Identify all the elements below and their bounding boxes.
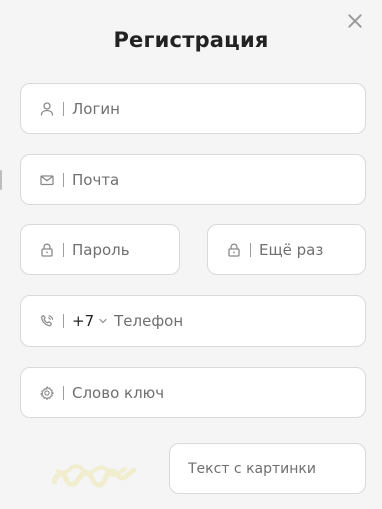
password-repeat-field[interactable]: Ещё раз [207, 224, 366, 275]
keyword-placeholder: Слово ключ [72, 383, 165, 402]
registration-modal: Регистрация Логин Почта Пароль Ещё раз +… [0, 0, 382, 509]
input-divider [63, 385, 64, 400]
keyword-field[interactable]: Слово ключ [20, 367, 366, 418]
input-divider [63, 314, 64, 328]
phone-icon [39, 313, 55, 329]
phone-country-code[interactable]: +7 [72, 312, 94, 330]
gear-icon [39, 385, 55, 401]
phone-field[interactable]: +7 Телефон [20, 295, 366, 347]
captcha-placeholder: Текст с картинки [188, 460, 316, 477]
email-placeholder: Почта [72, 170, 120, 189]
input-divider [63, 172, 64, 187]
phone-placeholder: Телефон [114, 312, 184, 330]
captcha-input[interactable]: Текст с картинки [169, 443, 366, 494]
password-placeholder: Пароль [72, 240, 130, 259]
captcha-image [51, 464, 137, 488]
login-placeholder: Логин [72, 99, 120, 118]
input-divider [63, 101, 64, 116]
modal-title: Регистрация [113, 28, 269, 52]
input-divider [63, 242, 64, 257]
lock-icon [39, 242, 55, 258]
lock-icon [226, 242, 242, 258]
user-icon [39, 101, 55, 117]
email-field[interactable]: Почта [20, 154, 366, 205]
mail-icon [39, 172, 55, 188]
password-repeat-placeholder: Ещё раз [259, 240, 324, 259]
password-field[interactable]: Пароль [20, 224, 180, 275]
login-field[interactable]: Логин [20, 83, 366, 134]
chevron-down-icon[interactable] [98, 316, 108, 326]
input-divider [250, 242, 251, 257]
left-edge-marker [0, 170, 2, 190]
